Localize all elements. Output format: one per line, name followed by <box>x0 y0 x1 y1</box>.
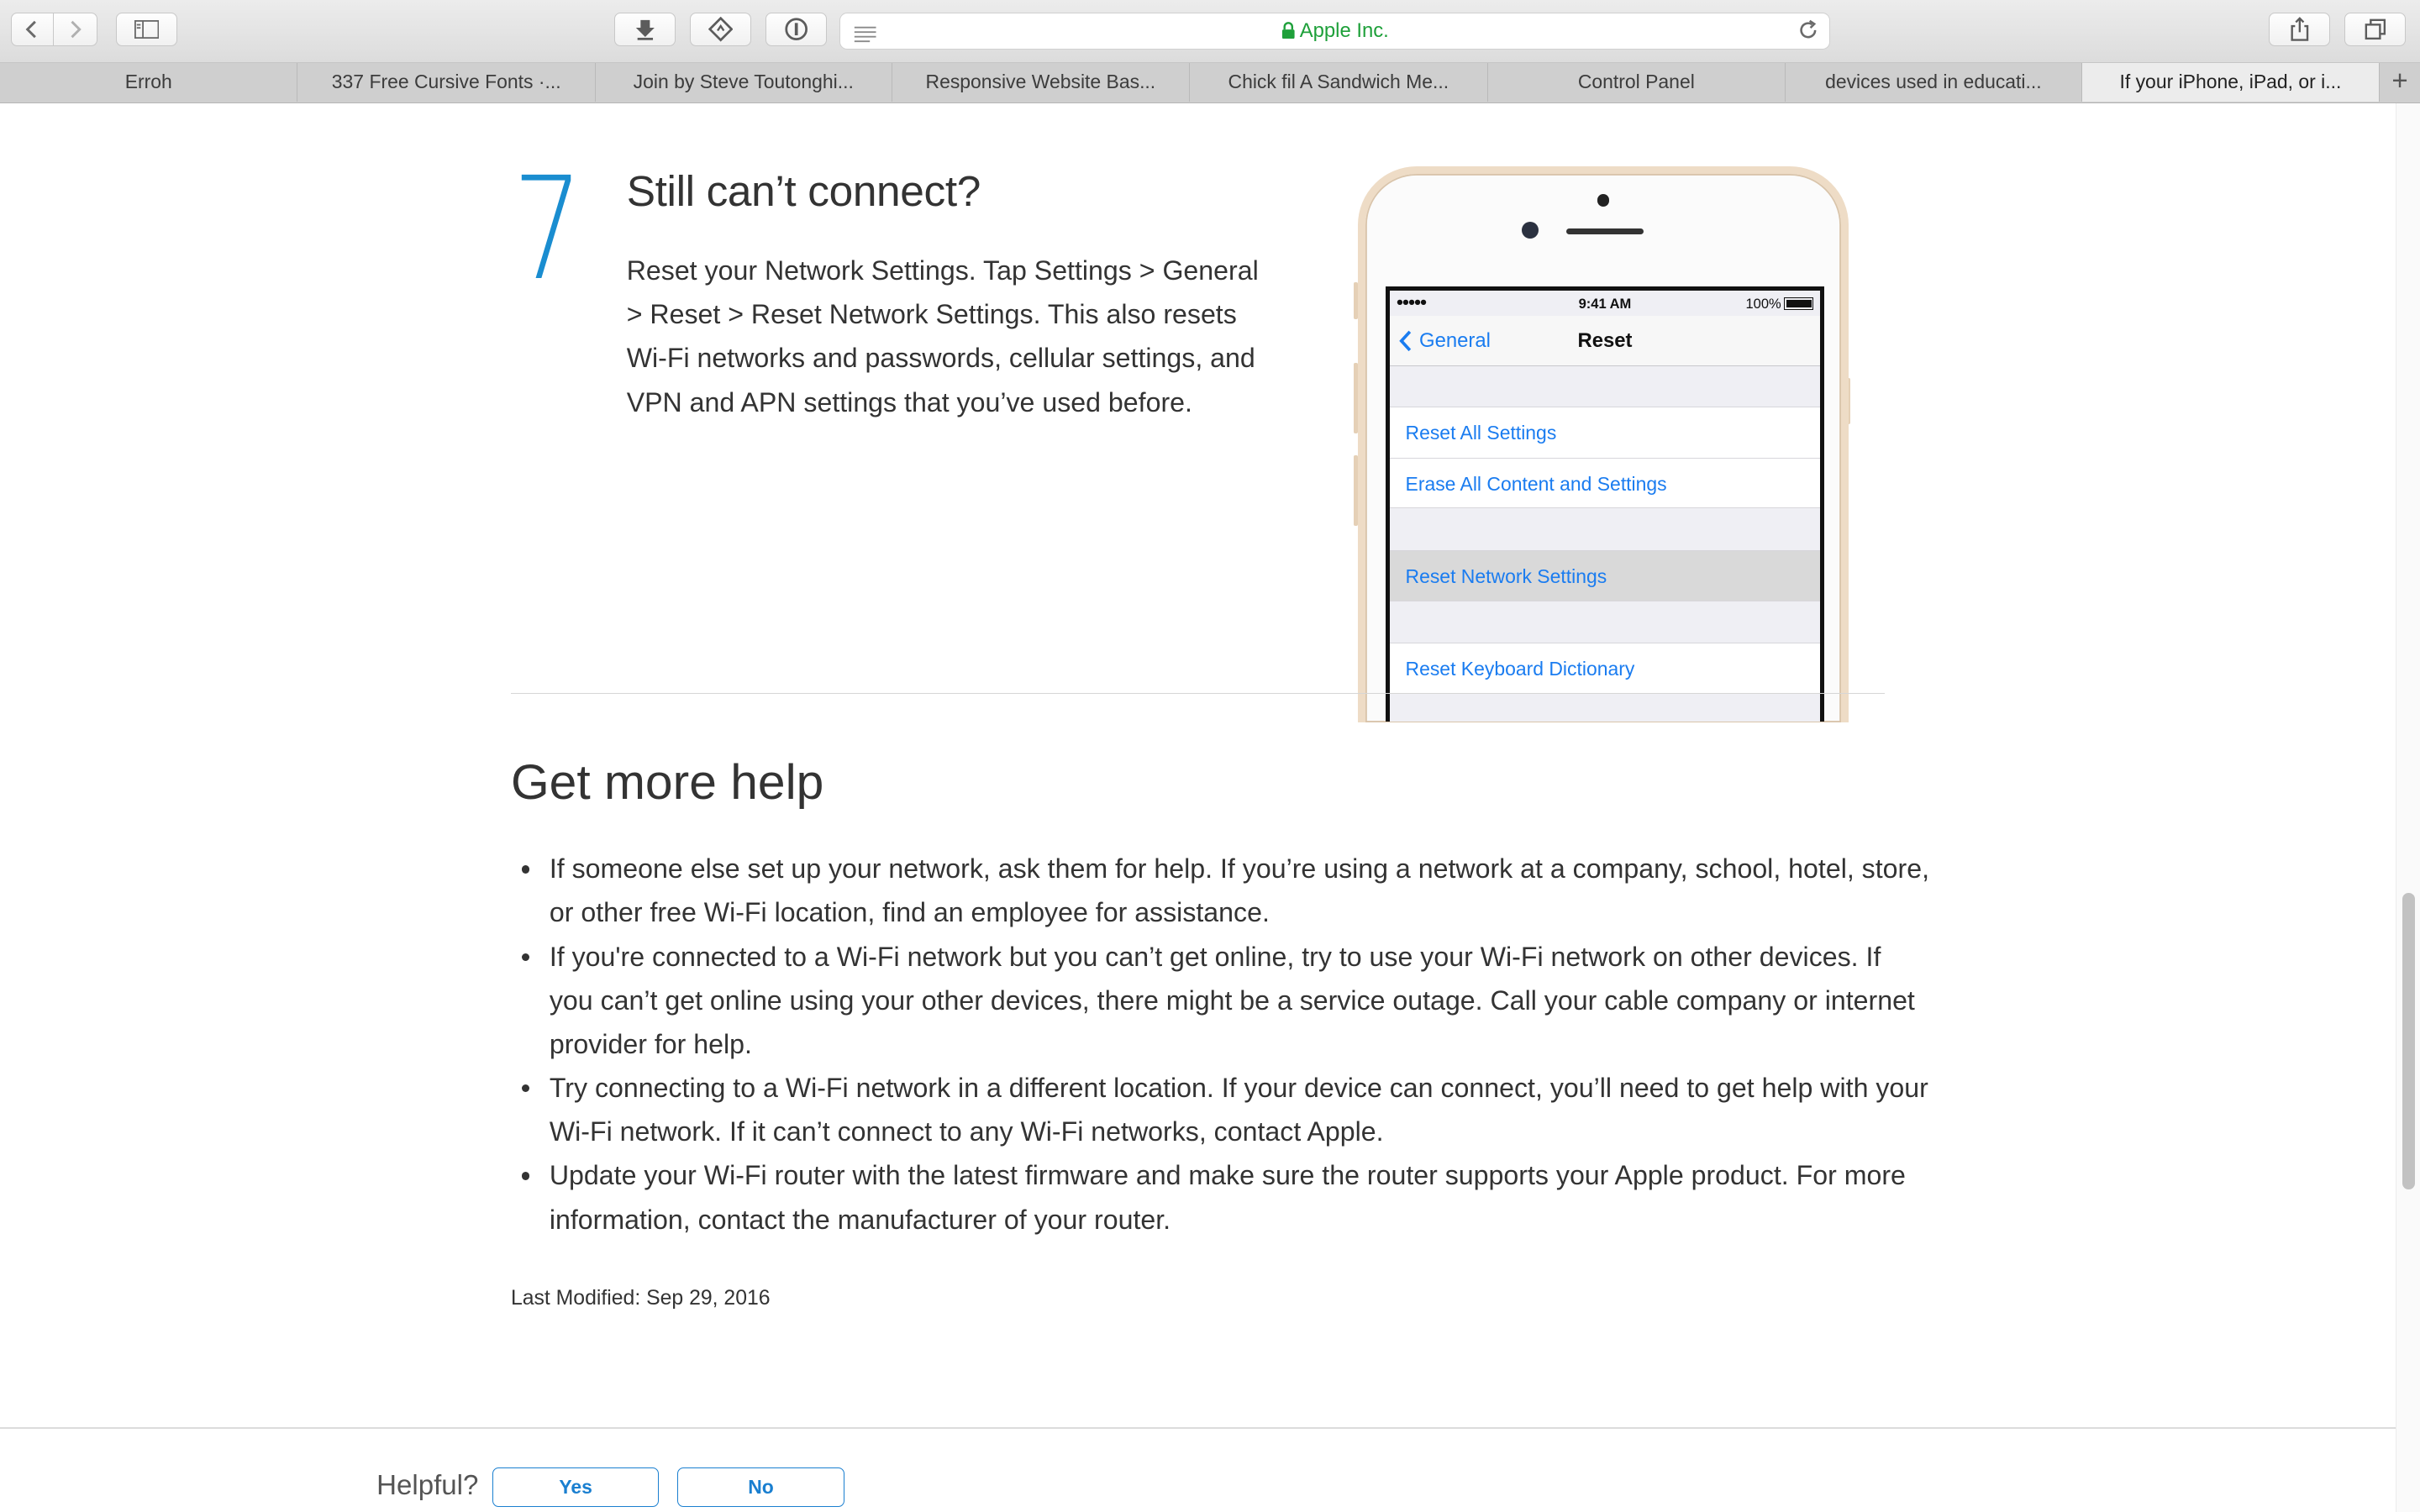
address-site: Apple Inc. <box>840 19 1829 45</box>
download-icon <box>635 19 655 40</box>
reload-icon[interactable] <box>1797 19 1819 48</box>
help-heading: Get more help <box>510 755 824 811</box>
page-content: 7 Still can’t connect? Reset your Networ… <box>0 103 2396 1512</box>
tab-7-active[interactable]: If your iPhone, iPad, or i... <box>2081 63 2381 102</box>
footer-divider <box>0 1426 2396 1429</box>
battery-icon <box>1784 297 1814 310</box>
share-icon <box>2291 17 2309 41</box>
helpful-label: Helpful? <box>376 1470 479 1502</box>
address-bar[interactable]: Apple Inc. <box>839 12 1831 50</box>
chevron-left-icon <box>25 20 37 39</box>
battery-percent: 100% <box>1745 295 1781 312</box>
extension-icon <box>708 17 734 42</box>
tab-bar: Erroh 337 Free Cursive Fonts ·... Join b… <box>0 63 2420 104</box>
chevron-right-icon <box>71 20 82 39</box>
share-button[interactable] <box>2268 12 2331 47</box>
password-icon <box>785 18 808 41</box>
lock-icon <box>1281 21 1296 45</box>
yes-button[interactable]: Yes <box>492 1467 660 1508</box>
phone-nav-title: Reset <box>1577 329 1633 353</box>
sidebar-icon <box>134 19 160 39</box>
vertical-scrollbar[interactable] <box>2395 103 2420 1512</box>
tab-5[interactable]: Control Panel <box>1488 63 1786 102</box>
phone-cell-reset-all: Reset All Settings <box>1390 407 1820 458</box>
no-button[interactable]: No <box>677 1467 844 1508</box>
tabs-overview-icon <box>2365 18 2386 40</box>
status-bar: ●●●●● 9:41 AM 100% <box>1390 291 1820 315</box>
help-item: Update your Wi-Fi router with the latest… <box>521 1153 1931 1241</box>
sidebar-button[interactable] <box>115 12 178 47</box>
front-camera <box>1521 222 1539 239</box>
phone-nav-bar: General Reset <box>1390 315 1820 367</box>
step-number: 7 <box>512 146 583 312</box>
tab-6[interactable]: devices used in educati... <box>1786 63 2082 102</box>
tabs-overview-button[interactable] <box>2344 12 2407 47</box>
help-item: Try connecting to a Wi-Fi network in a d… <box>521 1066 1931 1153</box>
extension-button[interactable] <box>690 12 752 47</box>
phone-cell-reset-keyboard: Reset Keyboard Dictionary <box>1390 643 1820 694</box>
help-item: If you're connected to a Wi-Fi network b… <box>521 935 1931 1066</box>
phone-cell-erase-all: Erase All Content and Settings <box>1390 457 1820 509</box>
scroll-thumb[interactable] <box>2402 893 2415 1190</box>
tab-2[interactable]: Join by Steve Toutonghi... <box>596 63 892 102</box>
section-divider <box>510 692 1885 695</box>
step-title: Still can’t connect? <box>626 165 981 215</box>
tab-4[interactable]: Chick fil A Sandwich Me... <box>1190 63 1488 102</box>
tab-1[interactable]: 337 Free Cursive Fonts ·... <box>297 63 596 102</box>
back-button[interactable] <box>10 12 55 47</box>
browser-toolbar: Apple Inc. <box>0 0 2420 64</box>
tab-0[interactable]: Erroh <box>0 63 298 102</box>
phone-screen: ●●●●● 9:41 AM 100% General Reset Reset A… <box>1386 286 1824 722</box>
step-body: Reset your Network Settings. Tap Setting… <box>626 255 1259 417</box>
site-name: Apple Inc. <box>1299 19 1389 43</box>
battery-indicator: 100% <box>1745 295 1814 312</box>
password-button[interactable] <box>765 12 828 47</box>
phone-cell-reset-network: Reset Network Settings <box>1390 549 1820 601</box>
new-tab-button[interactable]: + <box>2379 63 2420 102</box>
last-modified: Last Modified: Sep 29, 2016 <box>510 1286 771 1310</box>
help-item: If someone else set up your network, ask… <box>521 847 1931 934</box>
iphone-illustration: ●●●●● 9:41 AM 100% General Reset Reset A… <box>1358 166 1849 722</box>
camera-icon <box>1597 194 1610 207</box>
tab-3[interactable]: Responsive Website Bas... <box>892 63 1191 102</box>
earpiece-speaker <box>1566 228 1644 234</box>
downloads-button[interactable] <box>614 12 676 47</box>
help-list: If someone else set up your network, ask… <box>511 847 1931 1241</box>
forward-button[interactable] <box>54 12 97 47</box>
